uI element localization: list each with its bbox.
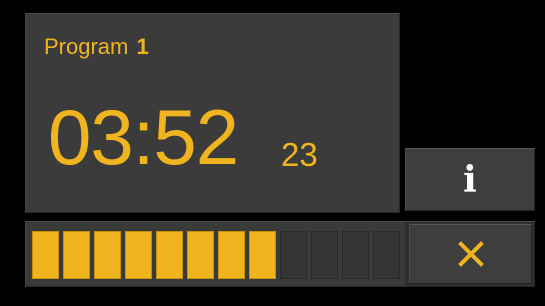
info-icon: i — [463, 158, 477, 201]
progress-segment-filled — [218, 231, 245, 279]
progress-segment-filled — [63, 231, 90, 279]
progress-segment-filled — [32, 231, 59, 279]
program-timer-screen: Program 1 03:52 23 i — [0, 0, 545, 306]
progress-segment-empty — [311, 231, 338, 279]
remaining-seconds: 23 — [281, 136, 318, 173]
progress-segment-filled — [94, 231, 121, 279]
progress-segment-empty — [280, 231, 307, 279]
progress-segment-filled — [156, 231, 183, 279]
progress-segment-filled — [125, 231, 152, 279]
progress-segment-empty — [373, 231, 400, 279]
info-button[interactable]: i — [405, 148, 535, 211]
program-label-text: Program — [44, 34, 129, 59]
close-icon — [457, 241, 484, 267]
progress-segment-filled — [249, 231, 276, 279]
progress-segments — [32, 231, 400, 279]
progress-bar — [25, 221, 405, 287]
cancel-button[interactable] — [409, 224, 532, 284]
progress-segment-empty — [342, 231, 369, 279]
program-number: 1 — [136, 34, 149, 59]
program-status-panel: Program 1 03:52 23 — [25, 13, 400, 213]
program-title: Program 1 — [44, 34, 149, 60]
remaining-time: 03:52 — [48, 93, 239, 181]
progress-segment-filled — [187, 231, 214, 279]
